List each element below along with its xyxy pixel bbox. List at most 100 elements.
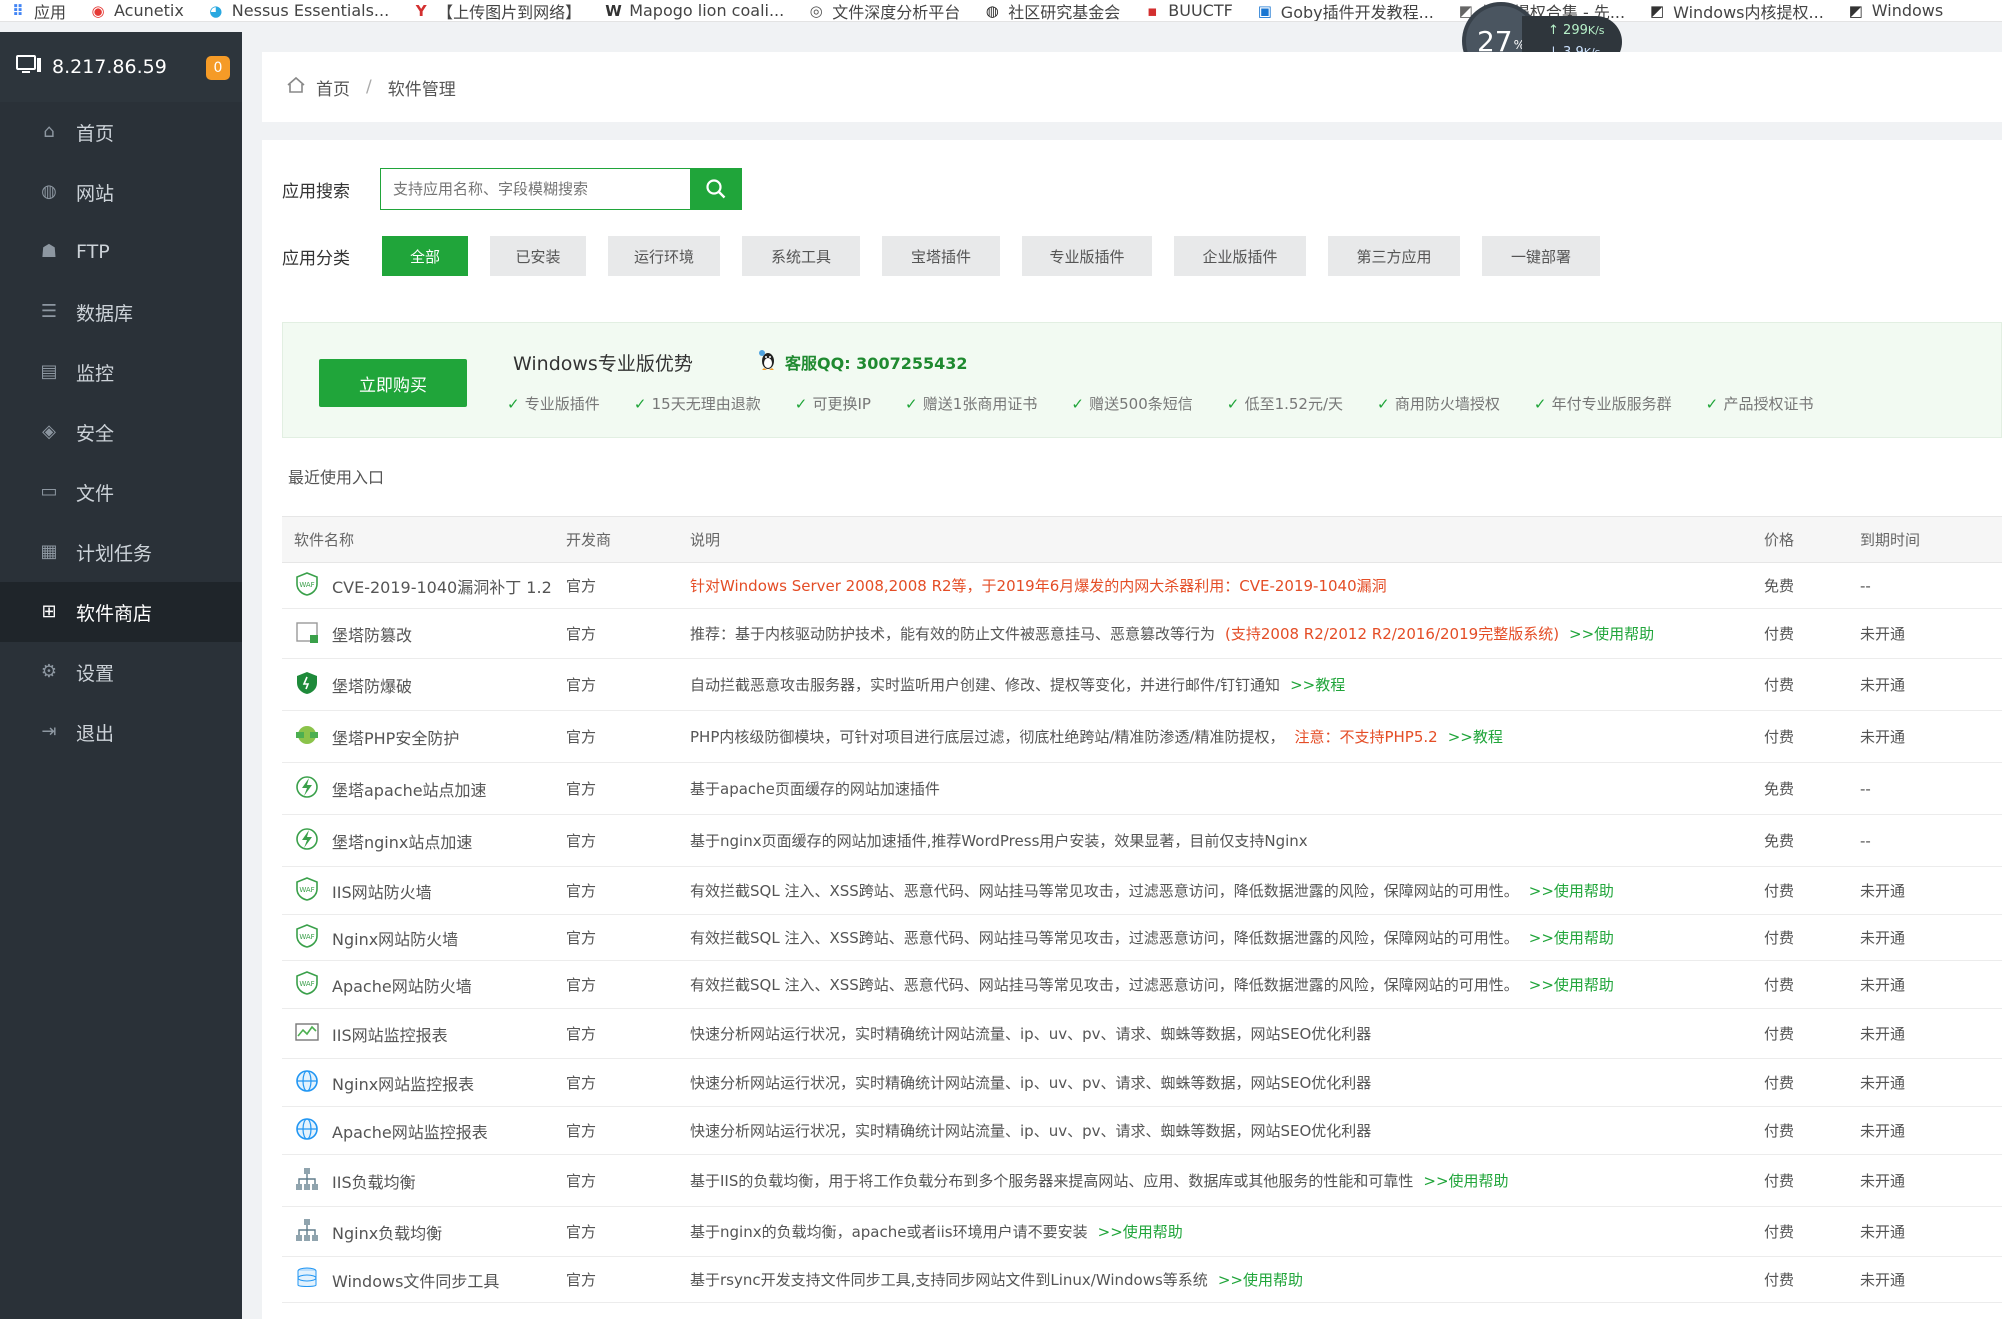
cell-price[interactable]: 付费 [1752, 914, 1848, 961]
bookmark-item[interactable]: ◕ Nessus Essentials... [198, 1, 403, 20]
col-name[interactable]: 软件名称 [282, 516, 554, 563]
cell-price[interactable]: 付费 [1752, 960, 1848, 1009]
category-tab[interactable]: 企业版插件 [1174, 236, 1306, 276]
search-button[interactable] [690, 168, 742, 210]
sidebar-item-label: 退出 [76, 722, 115, 745]
help-link[interactable]: >>使用帮助 [1218, 1271, 1303, 1289]
cell-price[interactable]: 付费 [1752, 1256, 1848, 1303]
bookmark-item[interactable]: W Mapogo lion coali... [595, 1, 798, 20]
help-link[interactable]: >>使用帮助 [1529, 929, 1614, 947]
table-row[interactable]: IIS负载均衡 官方 基于IIS的负载均衡，用于将工作负载分布到多个服务器来提高网站… [282, 1154, 2002, 1207]
table-row[interactable]: WAF Nginx网站防火墙 官方 有效拦截SQL 注入、XSS跨站、恶意代码、网站挂… [282, 914, 2002, 961]
server-host[interactable]: 8.217.86.59 0 [0, 32, 242, 102]
category-tab[interactable]: 运行环境 [608, 236, 720, 276]
table-row[interactable]: Apache网站监控报表 官方 快速分析网站运行状况，实时精确统计网站流量、ip、u… [282, 1106, 2002, 1155]
help-link[interactable]: >>使用帮助 [1098, 1223, 1183, 1241]
breadcrumb-home[interactable]: 首页 [316, 75, 350, 100]
software-name[interactable]: 堡塔防篡改 [332, 622, 412, 646]
software-name[interactable]: 堡塔PHP安全防护 [332, 725, 459, 749]
category-tab[interactable]: 已安装 [490, 236, 586, 276]
software-name[interactable]: Nginx负载均衡 [332, 1220, 442, 1244]
category-tab[interactable]: 全部 [382, 236, 468, 276]
software-name[interactable]: CVE-2019-1040漏洞补丁 1.2 [332, 574, 552, 598]
table-row[interactable]: WAF CVE-2019-1040漏洞补丁 1.2 官方 针对Windows Serv… [282, 562, 2002, 609]
sidebar-item-2[interactable]: ◍ 网站 [0, 162, 242, 222]
software-name[interactable]: 堡塔nginx站点加速 [332, 829, 472, 853]
table-row[interactable]: Nginx网站监控报表 官方 快速分析网站运行状况，实时精确统计网站流量、ip、uv… [282, 1058, 2002, 1107]
cell-desc: 有效拦截SQL 注入、XSS跨站、恶意代码、网站挂马等常见攻击，过滤恶意访问，降… [678, 914, 1752, 961]
cell-vendor: 官方 [554, 1106, 678, 1155]
sidebar-item-3[interactable]: ☗ FTP [0, 222, 242, 282]
sidebar-item-5[interactable]: ▤ 监控 [0, 342, 242, 402]
cell-price[interactable]: 付费 [1752, 658, 1848, 711]
cell-price[interactable]: 付费 [1752, 1058, 1848, 1107]
software-name[interactable]: Nginx网站监控报表 [332, 1071, 474, 1095]
bookmark-item[interactable]: ◍ 社区研究基金会 [974, 0, 1134, 22]
software-name[interactable]: 堡塔apache站点加速 [332, 777, 487, 801]
name-wrap: WAF Apache网站防火墙 [294, 970, 554, 1000]
sidebar-item-4[interactable]: ☰ 数据库 [0, 282, 242, 342]
sidebar-item-6[interactable]: ◈ 安全 [0, 402, 242, 462]
bookmark-item[interactable]: ⠿ 应用 [0, 0, 80, 22]
table-row[interactable]: Nginx负载均衡 官方 基于nginx的负载均衡，apache或者iis环境用户请… [282, 1206, 2002, 1257]
notification-badge[interactable]: 0 [206, 56, 230, 80]
table-row[interactable]: 堡塔apache站点加速 官方 基于apache页面缓存的网站加速插件 免费 -- [282, 762, 2002, 815]
table-row[interactable]: Windows文件同步工具 官方 基于rsync开发支持文件同步工具,支持同步网站文… [282, 1256, 2002, 1303]
table-row[interactable]: 堡塔防篡改 官方 推荐：基于内核驱动防护技术，能有效的防止文件被恶意挂马、恶意篡改等… [282, 608, 2002, 659]
table-row[interactable]: WAF Apache网站防火墙 官方 有效拦截SQL 注入、XSS跨站、恶意代码、网站… [282, 960, 2002, 1009]
cell-price[interactable]: 付费 [1752, 1206, 1848, 1257]
bookmark-item[interactable]: ◩ Windows内核提权... [1639, 0, 1838, 22]
sidebar-item-7[interactable]: ▭ 文件 [0, 462, 242, 522]
software-name[interactable]: IIS网站监控报表 [332, 1022, 448, 1046]
home-icon[interactable] [286, 76, 306, 99]
software-name[interactable]: IIS网站防火墙 [332, 879, 432, 903]
table-row[interactable]: 堡塔防爆破 官方 自动拦截恶意攻击服务器，实时监听用户创建、修改、提权等变化，并进行… [282, 658, 2002, 711]
sidebar-item-1[interactable]: ⌂ 首页 [0, 102, 242, 162]
category-tab[interactable]: 一键部署 [1482, 236, 1600, 276]
buy-now-button[interactable]: 立即购买 [319, 359, 467, 407]
table-row[interactable]: 堡塔PHP安全防护 官方 PHP内核级防御模块，可针对项目进行底层过滤，彻底杜绝跨站… [282, 710, 2002, 763]
cell-price[interactable]: 付费 [1752, 710, 1848, 763]
upload-speed: 299 [1563, 23, 1588, 38]
name-wrap: Nginx负载均衡 [294, 1217, 554, 1247]
cell-price[interactable]: 付费 [1752, 1154, 1848, 1207]
software-name[interactable]: 堡塔防爆破 [332, 673, 412, 697]
category-tab[interactable]: 系统工具 [742, 236, 860, 276]
sidebar-item-9[interactable]: ⊞ 软件商店 [0, 582, 242, 642]
category-tab[interactable]: 宝塔插件 [882, 236, 1000, 276]
software-name[interactable]: Apache网站监控报表 [332, 1119, 488, 1143]
bookmark-item[interactable]: ▣ Goby插件开发教程... [1247, 0, 1448, 22]
table-row[interactable]: WAF IIS网站防火墙 官方 有效拦截SQL 注入、XSS跨站、恶意代码、网站挂马等… [282, 866, 2002, 915]
software-name[interactable]: IIS负载均衡 [332, 1169, 416, 1193]
cell-price[interactable]: 付费 [1752, 1106, 1848, 1155]
bookmark-item[interactable]: ◎ 文件深度分析平台 [798, 0, 974, 22]
category-tab[interactable]: 第三方应用 [1328, 236, 1460, 276]
help-link[interactable]: >>使用帮助 [1569, 625, 1654, 643]
bookmark-item[interactable]: ◉ Acunetix [80, 1, 198, 20]
help-link[interactable]: >>使用帮助 [1529, 976, 1614, 994]
help-link[interactable]: >>使用帮助 [1529, 882, 1614, 900]
help-link[interactable]: >>使用帮助 [1423, 1172, 1508, 1190]
col-expire[interactable]: 到期时间 [1848, 516, 2002, 563]
cell-price[interactable]: 付费 [1752, 1008, 1848, 1059]
software-name[interactable]: Nginx网站防火墙 [332, 926, 458, 950]
col-price[interactable]: 价格 [1752, 516, 1848, 563]
bookmark-item[interactable]: ◩ Windows [1838, 1, 1957, 20]
table-row[interactable]: 堡塔nginx站点加速 官方 基于nginx页面缓存的网站加速插件,推荐WordPr… [282, 814, 2002, 867]
cell-price[interactable]: 付费 [1752, 608, 1848, 659]
sidebar-item-10[interactable]: ⚙ 设置 [0, 642, 242, 702]
software-name[interactable]: Apache网站防火墙 [332, 973, 472, 997]
table-row[interactable]: IIS网站监控报表 官方 快速分析网站运行状况，实时精确统计网站流量、ip、uv、p… [282, 1008, 2002, 1059]
category-tab[interactable]: 专业版插件 [1022, 236, 1152, 276]
search-input[interactable] [380, 168, 690, 210]
qq-contact[interactable]: 客服QQ: 3007255432 [757, 349, 968, 375]
bookmark-item[interactable]: ▪ BUUCTF [1134, 1, 1247, 20]
desc-text: 推荐：基于内核驱动防护技术，能有效的防止文件被恶意挂马、恶意篡改等行为 [690, 625, 1216, 643]
software-name[interactable]: Windows文件同步工具 [332, 1268, 499, 1292]
sidebar-item-8[interactable]: ▦ 计划任务 [0, 522, 242, 582]
help-link[interactable]: >>教程 [1290, 676, 1345, 694]
bookmark-item[interactable]: Y 【上传图片到网络】 [403, 0, 595, 22]
cell-price[interactable]: 付费 [1752, 866, 1848, 915]
sidebar-item-11[interactable]: ⇥ 退出 [0, 702, 242, 762]
help-link[interactable]: >>教程 [1448, 728, 1503, 746]
